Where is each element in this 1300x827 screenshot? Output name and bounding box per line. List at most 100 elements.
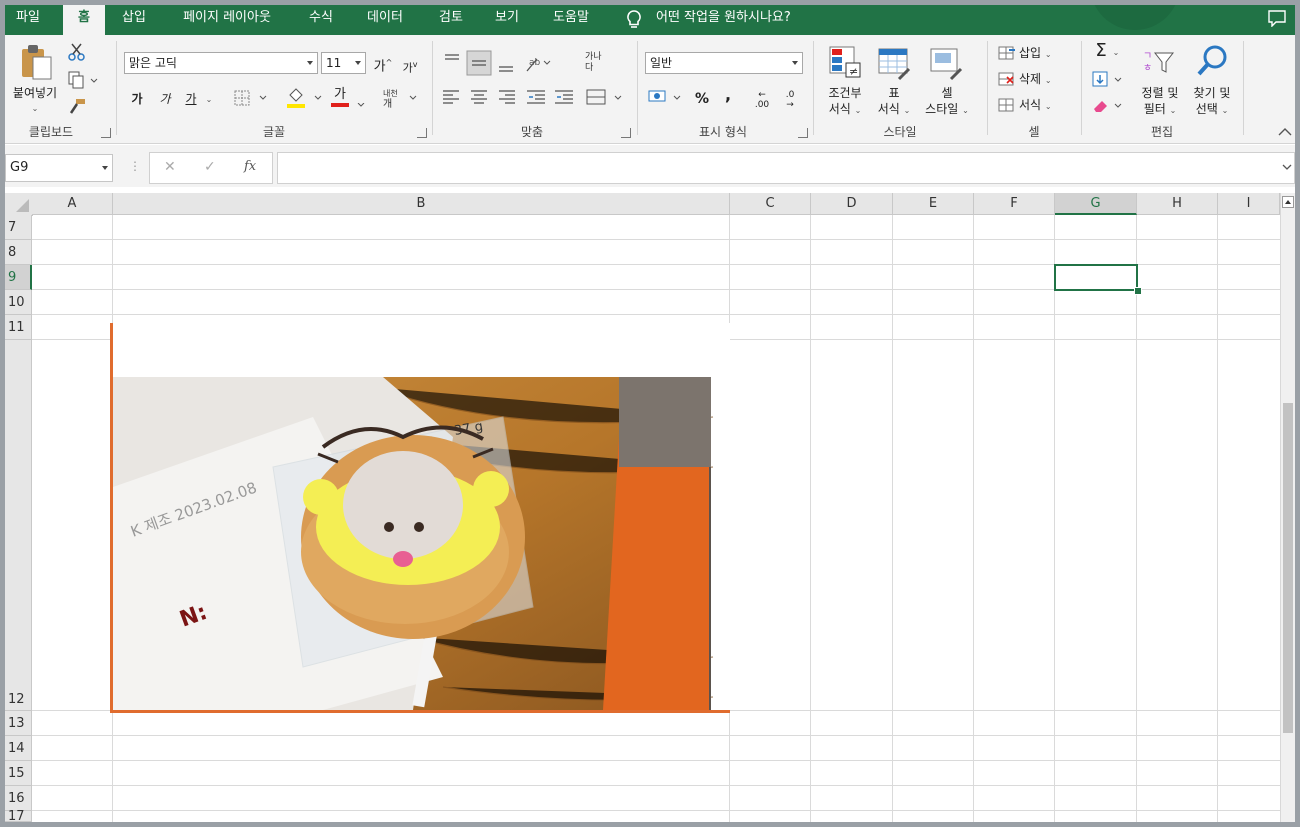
italic-button[interactable]: 가	[157, 91, 173, 107]
autosum-dropdown-caret[interactable]: ⌄	[1111, 45, 1121, 61]
accounting-format-icon[interactable]	[647, 88, 685, 108]
active-cell-g9[interactable]	[1054, 264, 1138, 291]
row-header-7[interactable]: 7	[5, 215, 32, 240]
decrease-decimal-button[interactable]: .0 →	[779, 90, 801, 110]
conditional-formatting-icon[interactable]: ≠	[828, 45, 864, 81]
grow-font-button[interactable]: 가^	[373, 55, 393, 75]
format-as-table-icon[interactable]	[877, 45, 913, 81]
percent-style-button[interactable]: %	[693, 91, 711, 107]
tab-formulas[interactable]: 수식	[299, 5, 343, 35]
enter-icon[interactable]: ✓	[204, 159, 216, 175]
delete-cells-icon[interactable]	[997, 71, 1017, 89]
tab-home[interactable]: 홈	[63, 5, 105, 35]
collapse-ribbon-icon[interactable]	[1277, 127, 1293, 137]
insert-function-icon[interactable]: fx	[244, 159, 256, 174]
comments-icon[interactable]	[1267, 9, 1287, 27]
alignment-launcher-icon[interactable]	[621, 128, 631, 138]
tab-review[interactable]: 검토	[429, 5, 473, 35]
comma-style-button[interactable]: ,	[721, 87, 735, 103]
vertical-scrollbar[interactable]	[1280, 193, 1295, 822]
tell-me-search[interactable]: 어떤 작업을 원하시나요?	[656, 5, 791, 31]
row-header-13[interactable]: 13	[5, 711, 32, 736]
tab-insert[interactable]: 삽입	[113, 5, 155, 35]
shrink-font-button[interactable]: 가v	[400, 57, 420, 77]
paste-icon[interactable]	[19, 43, 55, 81]
border-icon[interactable]	[233, 89, 269, 107]
column-header-b[interactable]: B	[113, 193, 730, 215]
column-header-c[interactable]: C	[730, 193, 811, 215]
row-header-9[interactable]: 9	[5, 265, 32, 290]
clear-eraser-icon[interactable]	[1091, 97, 1123, 115]
cell-styles-icon[interactable]	[929, 45, 965, 81]
format-cells-icon[interactable]	[997, 97, 1017, 115]
insert-cells-icon[interactable]	[997, 45, 1017, 63]
inserted-picture[interactable]: K 제조 2023.02.08 N: 37 g	[110, 323, 730, 716]
merge-center-icon[interactable]	[585, 87, 625, 109]
format-painter-icon[interactable]	[67, 97, 87, 115]
font-name-combo[interactable]: 맑은 고딕	[124, 52, 318, 74]
formula-input[interactable]	[277, 152, 1295, 184]
tab-view[interactable]: 보기	[485, 5, 529, 35]
row-header-11[interactable]: 11	[5, 315, 32, 340]
name-box[interactable]: G9	[5, 154, 113, 182]
font-size-combo[interactable]: 11	[321, 52, 366, 74]
scroll-up-icon[interactable]	[1282, 196, 1294, 208]
tab-data[interactable]: 데이터	[357, 5, 413, 35]
column-header-e[interactable]: E	[893, 193, 974, 215]
sort-filter-icon[interactable]: ㄱㅎ	[1141, 45, 1177, 81]
tab-file[interactable]: 파일	[5, 5, 51, 35]
sort-filter-button[interactable]: 정렬 및 필터 ⌄	[1133, 85, 1187, 119]
paste-button[interactable]: 붙여넣기	[5, 85, 65, 101]
clipboard-launcher-icon[interactable]	[101, 128, 111, 138]
scrollbar-thumb[interactable]	[1283, 403, 1293, 733]
underline-dropdown-caret[interactable]: ⌄	[204, 92, 214, 108]
row-header-12[interactable]: 12	[5, 340, 32, 711]
resize-handle-icon[interactable]: ⋮	[129, 159, 141, 173]
tab-page-layout[interactable]: 페이지 레이아웃	[169, 5, 285, 35]
row-header-8[interactable]: 8	[5, 240, 32, 265]
column-header-h[interactable]: H	[1137, 193, 1218, 215]
expand-formula-bar-icon[interactable]	[1282, 163, 1292, 171]
font-color-swatch-icon[interactable]	[331, 103, 369, 113]
delete-cells-button[interactable]: 삭제 ⌄	[1019, 71, 1069, 89]
cell-styles-button[interactable]: 셀 스타일 ⌄	[917, 85, 977, 119]
row-header-15[interactable]: 15	[5, 761, 32, 786]
autosum-button[interactable]: Σ	[1091, 41, 1111, 61]
select-all-corner[interactable]	[5, 193, 33, 216]
select-all-triangle-icon[interactable]	[5, 193, 32, 215]
fill-down-icon[interactable]	[1091, 71, 1123, 89]
cut-icon[interactable]	[67, 43, 87, 61]
underline-button[interactable]: 가	[183, 91, 199, 107]
number-launcher-icon[interactable]	[798, 128, 808, 138]
conditional-formatting-button[interactable]: 조건부 서식 ⌄	[817, 85, 873, 119]
row-header-17[interactable]: 17	[5, 810, 32, 822]
column-header-f[interactable]: F	[974, 193, 1055, 215]
find-select-button[interactable]: 찾기 및 선택 ⌄	[1185, 85, 1239, 119]
fill-handle[interactable]	[1134, 287, 1142, 295]
format-as-table-button[interactable]: 표 서식 ⌄	[869, 85, 919, 119]
column-header-d[interactable]: D	[811, 193, 893, 215]
row-header-10[interactable]: 10	[5, 290, 32, 315]
increase-decimal-button[interactable]: ← .00	[751, 90, 773, 110]
number-format-combo[interactable]: 일반	[645, 52, 803, 74]
vertical-align-icons[interactable]: ab	[441, 49, 551, 79]
column-header-g[interactable]: G	[1055, 193, 1137, 215]
tab-help[interactable]: 도움말	[543, 5, 599, 35]
font-launcher-icon[interactable]	[417, 128, 427, 138]
copy-icon[interactable]	[67, 71, 99, 89]
row-header-14[interactable]: 14	[5, 736, 32, 761]
column-header-i[interactable]: I	[1218, 193, 1280, 215]
format-cells-button[interactable]: 서식 ⌄	[1019, 97, 1069, 115]
insert-cells-button[interactable]: 삽입 ⌄	[1019, 45, 1069, 63]
lightbulb-icon[interactable]	[625, 9, 643, 31]
row-header-16[interactable]: 16	[5, 786, 32, 811]
wrap-text-icon[interactable]: 가나다	[583, 49, 607, 73]
fill-color-icon[interactable]	[286, 87, 324, 109]
paste-dropdown-caret[interactable]: ⌄	[30, 101, 40, 117]
column-header-a[interactable]: A	[32, 193, 113, 215]
bold-button[interactable]: 가	[129, 91, 145, 107]
font-color-button[interactable]: 가	[331, 87, 349, 103]
find-select-icon[interactable]	[1195, 43, 1231, 79]
worksheet-grid[interactable]: ABCDEFGHI 7891011121314151617	[5, 193, 1295, 822]
horizontal-align-icons[interactable]	[441, 87, 577, 109]
